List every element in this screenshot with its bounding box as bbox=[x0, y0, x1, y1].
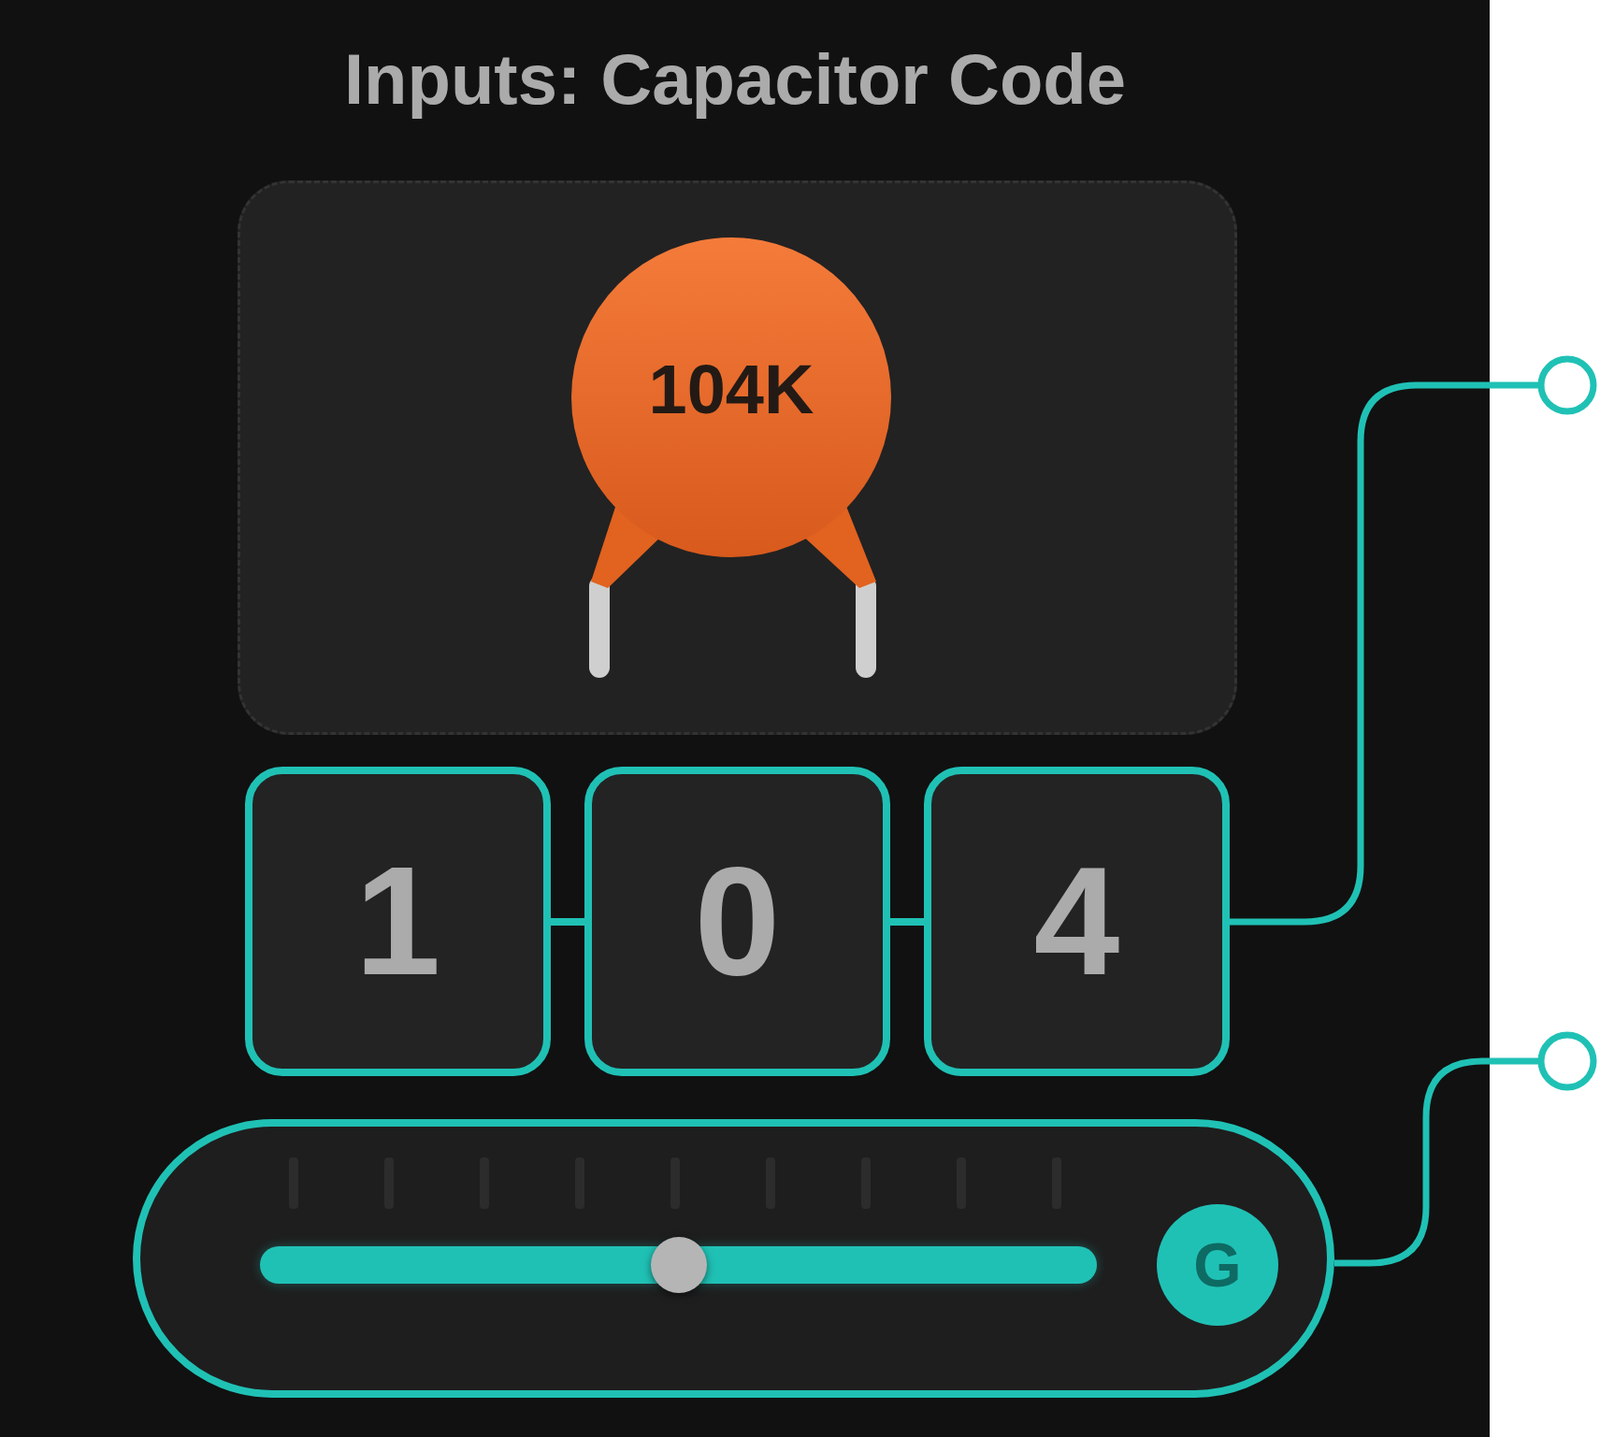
slider-row: G bbox=[259, 1204, 1327, 1327]
digit-box[interactable]: 1 bbox=[245, 766, 551, 1077]
slider-tick bbox=[384, 1157, 394, 1210]
capacitor-code: 104K bbox=[648, 350, 814, 429]
slider-tick bbox=[1052, 1157, 1062, 1210]
digits-wire bbox=[1229, 385, 1539, 923]
slider-tick bbox=[861, 1157, 871, 1210]
input-panel: Inputs: Capacitor Code 104K 104 G bbox=[0, 0, 1490, 1437]
slider-wire bbox=[1334, 1061, 1539, 1264]
tolerance-slider: G bbox=[132, 1119, 1335, 1399]
slider-tick bbox=[288, 1157, 299, 1210]
slider-tick bbox=[479, 1157, 490, 1210]
slider-tick bbox=[956, 1157, 966, 1210]
slider-tick bbox=[670, 1157, 680, 1210]
slider-tick bbox=[765, 1157, 776, 1210]
slider-tick bbox=[575, 1157, 585, 1210]
capacitor-preview: 104K bbox=[237, 180, 1238, 736]
connector-wires bbox=[0, 0, 1600, 1437]
digit-box[interactable]: 0 bbox=[584, 766, 891, 1077]
slider-ticks bbox=[259, 1157, 1097, 1210]
screen: Inputs: Capacitor Code 104K 104 G bbox=[0, 0, 1600, 1437]
slider-thumb[interactable] bbox=[650, 1237, 707, 1294]
capacitor-icon: 104K bbox=[562, 237, 900, 678]
digit-row: 104 bbox=[245, 766, 1230, 1077]
slider-track[interactable] bbox=[259, 1246, 1097, 1284]
output-port-icon[interactable] bbox=[1541, 359, 1594, 412]
digit-connector bbox=[550, 918, 585, 926]
digit-box[interactable]: 4 bbox=[923, 766, 1230, 1077]
output-port-icon[interactable] bbox=[1541, 1035, 1594, 1088]
digit-connector bbox=[890, 918, 924, 926]
tolerance-badge[interactable]: G bbox=[1156, 1204, 1279, 1327]
panel-title: Inputs: Capacitor Code bbox=[0, 37, 1471, 122]
